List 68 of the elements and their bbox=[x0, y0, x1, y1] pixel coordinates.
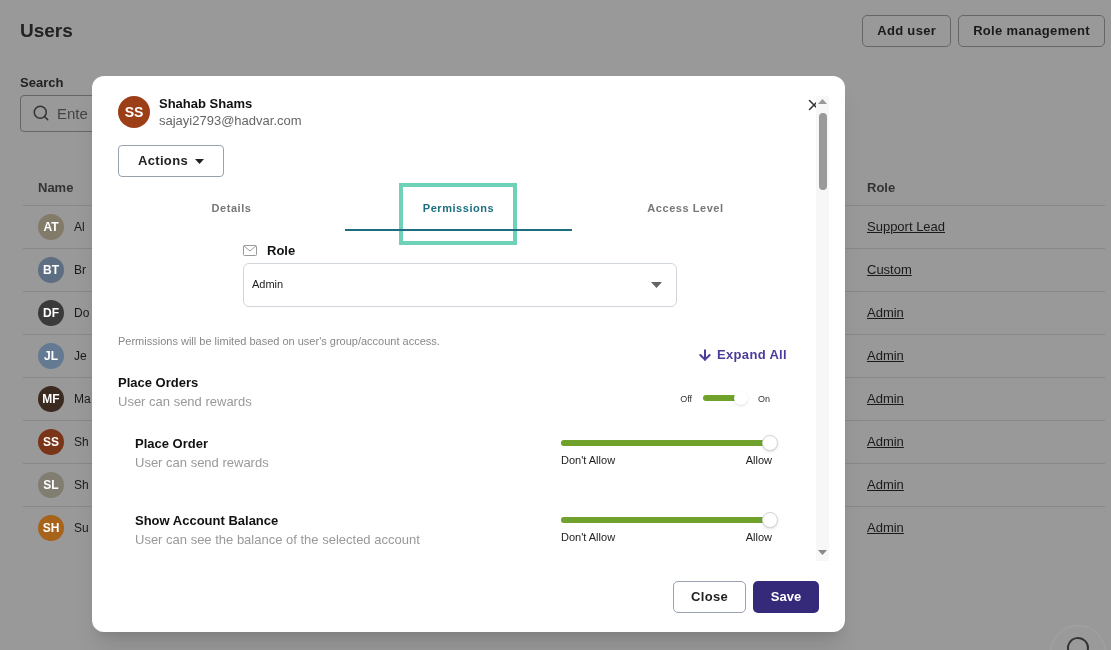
close-button[interactable]: Close bbox=[673, 581, 746, 613]
user-avatar: SS bbox=[38, 428, 64, 455]
user-avatar: SL bbox=[38, 471, 64, 498]
column-header: Name bbox=[37, 179, 75, 198]
user-avatar: DF bbox=[38, 299, 64, 326]
user-email: sajayi2793@hadvar.com bbox=[159, 112, 302, 129]
scrollbar[interactable] bbox=[816, 96, 829, 561]
user-avatar: AT bbox=[38, 213, 64, 240]
role-link[interactable]: Admin bbox=[867, 345, 904, 366]
role-link[interactable]: Admin bbox=[867, 431, 904, 452]
table-cell-text: Sh bbox=[74, 433, 89, 451]
permission-description: User can see the balance of the selected account bbox=[135, 531, 420, 549]
search-label: Search bbox=[20, 74, 65, 92]
role-select[interactable]: Admin bbox=[243, 262, 677, 307]
column-header: Role bbox=[867, 179, 896, 198]
caret-icon bbox=[194, 158, 204, 164]
permission-description: User can send rewards bbox=[118, 393, 252, 411]
search-icon bbox=[32, 103, 50, 122]
tab[interactable]: Details bbox=[118, 185, 345, 231]
slider-thumb[interactable] bbox=[762, 434, 778, 451]
toggle-on-label: On bbox=[758, 392, 770, 406]
role-link[interactable]: Admin bbox=[867, 474, 904, 495]
expand-all-button[interactable]: Expand All bbox=[697, 345, 787, 365]
role-link[interactable]: Custom bbox=[867, 259, 912, 280]
table-cell-text: Ma bbox=[74, 390, 91, 408]
slider-thumb[interactable] bbox=[762, 511, 778, 528]
slider-max-label: Allow bbox=[745, 452, 772, 468]
toggle-switch[interactable] bbox=[702, 393, 748, 406]
actions-button[interactable]: Actions bbox=[118, 145, 224, 177]
table-cell-text: Je bbox=[74, 347, 87, 365]
user-avatar: SH bbox=[38, 515, 64, 541]
tab[interactable]: Access Level bbox=[572, 185, 799, 231]
permission-title: Place Orders bbox=[118, 373, 200, 392]
scroll-up-icon[interactable] bbox=[818, 99, 827, 104]
save-button[interactable]: Save bbox=[753, 581, 819, 613]
user-avatar: MF bbox=[38, 385, 64, 412]
user-avatar: BT bbox=[38, 256, 64, 283]
tab[interactable]: Permissions bbox=[345, 185, 572, 231]
slider-min-label: Don't Allow bbox=[561, 452, 616, 468]
table-cell-text: Al bbox=[74, 218, 85, 236]
scroll-down-icon[interactable] bbox=[818, 550, 827, 555]
envelope-icon bbox=[243, 245, 257, 257]
caret-icon bbox=[651, 281, 662, 288]
role-link[interactable]: Admin bbox=[867, 518, 904, 538]
user-name: Shahab Shams bbox=[159, 95, 254, 112]
role-link[interactable]: Admin bbox=[867, 302, 904, 323]
permission-title: Show Account Balance bbox=[135, 511, 280, 530]
role-link[interactable]: Admin bbox=[867, 388, 904, 409]
slider-min-label: Don't Allow bbox=[561, 529, 616, 545]
slider-track[interactable] bbox=[561, 434, 778, 451]
page-title: Users bbox=[20, 18, 73, 43]
permission-title: Place Order bbox=[135, 434, 209, 453]
table-cell-text: Br bbox=[74, 261, 86, 279]
role-label: Role bbox=[267, 242, 296, 260]
header-button[interactable]: Add user bbox=[862, 15, 952, 47]
table-cell-text: Sh bbox=[74, 476, 89, 494]
toggle-off-label: Off bbox=[680, 392, 692, 406]
scrollbar-thumb[interactable] bbox=[818, 113, 827, 190]
user-avatar: SS bbox=[118, 96, 150, 128]
user-avatar: JL bbox=[38, 342, 64, 369]
permissions-note: Permissions will be limited based on user's group/account access. bbox=[118, 333, 441, 349]
table-cell-text: Do bbox=[74, 304, 90, 322]
role-link[interactable]: Support Lead bbox=[867, 216, 946, 237]
slider-track[interactable] bbox=[561, 511, 778, 528]
slider-max-label: Allow bbox=[745, 529, 772, 545]
header-button[interactable]: Role management bbox=[958, 15, 1105, 47]
permission-description: User can send rewards bbox=[135, 454, 269, 472]
table-cell-text: Su bbox=[74, 520, 89, 537]
